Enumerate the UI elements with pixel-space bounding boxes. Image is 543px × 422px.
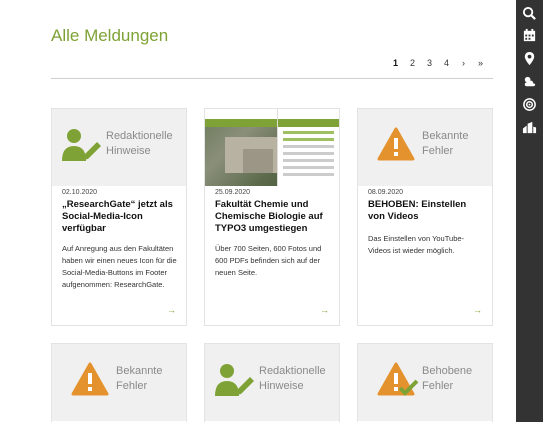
page-link-4[interactable]: 4 [438,58,455,68]
editorial-notes-icon [215,364,254,396]
card-text: Auf Anregung aus den Fakultäten haben wi… [62,244,177,289]
news-card[interactable]: Bekannte Fehler [51,343,187,422]
arrow-right-icon[interactable]: → [167,305,176,315]
buildings-icon[interactable] [522,120,537,135]
news-card[interactable]: Redaktionelle Hinweise [204,343,340,422]
page-link-3[interactable]: 3 [421,58,438,68]
card-text: Das Einstellen von YouTube-Videos ist wi… [368,234,465,255]
quick-access-sidebar [516,0,543,422]
warning-icon [71,362,109,396]
card-thumbnail: Bekannte Fehler [52,344,186,421]
card-date: 08.09.2020 [368,189,404,196]
warning-icon [377,127,415,161]
card-category: Redaktionelle Hinweise [259,365,326,392]
calendar-icon[interactable] [522,28,537,43]
location-pin-icon[interactable] [522,51,537,66]
main-content: Alle Meldungen 1 2 3 4 › » Redaktionelle… [0,0,516,422]
editorial-notes-icon [62,129,101,161]
last-page-link[interactable]: » [472,58,489,68]
card-text: Über 700 Seiten, 600 Fotos und 600 PDFs … [215,244,322,277]
fixed-warning-icon [377,362,419,396]
page-title: Alle Meldungen [51,26,169,45]
card-thumbnail [205,109,339,186]
divider [51,78,493,79]
card-category: Behobene Fehler [422,365,473,392]
page-link-2[interactable]: 2 [404,58,421,68]
next-page-link[interactable]: › [455,58,472,68]
pagination: 1 2 3 4 › » [387,58,489,68]
card-date: 25.09.2020 [215,189,251,196]
card-title[interactable]: Fakultät Chemie und Chemische Biologie a… [215,199,331,235]
card-category: Bekannte Fehler [116,365,163,392]
news-card[interactable]: Behobene Fehler [357,343,493,422]
faculty-photo [205,109,339,186]
card-category: Redaktionelle Hinweise [106,130,173,157]
card-thumbnail: Redaktionelle Hinweise [205,344,339,421]
card-thumbnail: Bekannte Fehler [358,109,492,186]
card-title[interactable]: BEHOBEN: Einstellen von Videos [368,199,484,223]
card-thumbnail: Redaktionelle Hinweise [52,109,186,186]
arrow-right-icon[interactable]: → [320,305,329,315]
card-category: Bekannte Fehler [422,130,469,157]
news-card[interactable]: Redaktionelle Hinweise 02.10.2020 „Resea… [51,108,187,326]
news-card[interactable]: Bekannte Fehler 08.09.2020 BEHOBEN: Eins… [357,108,493,326]
radio-icon[interactable] [522,97,537,112]
arrow-right-icon[interactable]: → [473,305,482,315]
card-title[interactable]: „ResearchGate“ jetzt als Social-Media-Ic… [62,199,178,235]
card-thumbnail: Behobene Fehler [358,344,492,421]
card-date: 02.10.2020 [62,189,98,196]
weather-icon[interactable] [522,74,537,89]
page-link-1[interactable]: 1 [387,58,404,68]
search-icon[interactable] [522,6,537,21]
news-card[interactable]: 25.09.2020 Fakultät Chemie und Chemische… [204,108,340,326]
